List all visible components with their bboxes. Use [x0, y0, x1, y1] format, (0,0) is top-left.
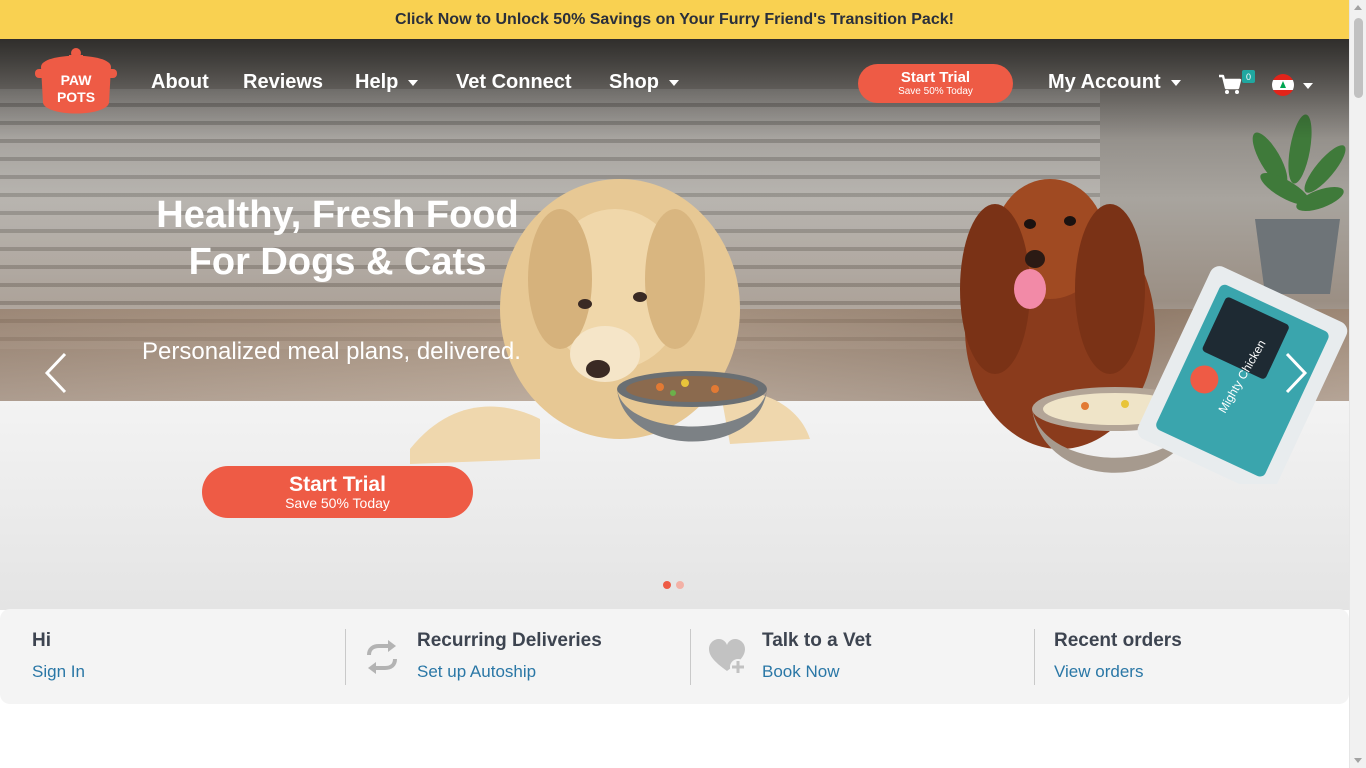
chevron-down-icon	[669, 79, 679, 86]
hero-cta-sub: Save 50% Today	[285, 494, 390, 511]
view-orders-link[interactable]: View orders	[1054, 662, 1143, 682]
nav-my-account[interactable]: My Account	[1048, 71, 1181, 94]
nav-reviews-label: Reviews	[243, 71, 324, 93]
divider	[345, 629, 346, 685]
repeat-icon	[367, 640, 397, 674]
hero-title: Healthy, Fresh Food For Dogs & Cats	[120, 192, 555, 286]
carousel-next-arrow-icon[interactable]	[1283, 352, 1309, 394]
set-up-autoship-link[interactable]: Set up Autoship	[417, 662, 536, 682]
account-info-strip: Hi Sign In Recurring Deliveries Set up A…	[0, 609, 1349, 704]
nav-cta-sub: Save 50% Today	[898, 86, 973, 98]
page-scrollbar[interactable]	[1349, 0, 1366, 768]
divider	[690, 629, 691, 685]
greeting-title: Hi	[32, 630, 51, 651]
nav-help-label: Help	[355, 71, 399, 93]
chevron-down-icon	[408, 79, 419, 86]
sign-in-link[interactable]: Sign In	[32, 662, 85, 682]
nav-about-label: About	[151, 71, 209, 93]
hero-subtitle: Personalized meal plans, delivered.	[142, 338, 521, 365]
hero-cta-label: Start Trial	[289, 472, 386, 496]
nav-shop-label: Shop	[609, 71, 659, 93]
chevron-down-icon[interactable]	[1303, 83, 1313, 89]
nav-reviews[interactable]: Reviews	[243, 71, 323, 94]
nav-vet-connect-label: Vet Connect	[456, 71, 572, 93]
scroll-down-icon[interactable]	[1354, 758, 1362, 763]
hero-title-line2: For Dogs & Cats	[188, 241, 487, 283]
food-bowl-left	[617, 371, 767, 442]
chevron-down-icon	[1170, 79, 1181, 86]
info-greeting: Hi Sign In	[32, 609, 332, 704]
logo-text-line2: POTS	[57, 89, 95, 105]
book-now-link[interactable]: Book Now	[762, 662, 839, 682]
info-recurring: Recurring Deliveries Set up Autoship	[417, 609, 677, 704]
lebanon-flag-icon[interactable]	[1272, 74, 1294, 96]
logo-text-line1: PAW	[61, 72, 93, 88]
info-vet: Talk to a Vet Book Now	[762, 609, 1022, 704]
promo-banner[interactable]: Click Now to Unlock 50% Savings on Your …	[0, 0, 1349, 39]
orders-title: Recent orders	[1054, 630, 1182, 651]
vet-title: Talk to a Vet	[762, 630, 872, 651]
cart-icon[interactable]	[1218, 74, 1242, 96]
start-trial-hero-button[interactable]: Start Trial Save 50% Today	[202, 466, 473, 518]
main-navbar: PAW POTS About Reviews Help Vet Connect …	[0, 39, 1349, 129]
nav-shop[interactable]: Shop	[609, 71, 679, 94]
nav-help[interactable]: Help	[355, 71, 419, 94]
nav-account-label: My Account	[1048, 71, 1161, 93]
carousel-prev-arrow-icon[interactable]	[43, 352, 69, 394]
nav-cta-label: Start Trial	[900, 68, 971, 86]
pawpots-logo[interactable]: PAW POTS	[35, 47, 117, 119]
carousel-dots	[663, 581, 684, 589]
promo-text[interactable]: Click Now to Unlock 50% Savings on Your …	[395, 11, 954, 29]
scrollbar-thumb[interactable]	[1354, 18, 1363, 98]
nav-vet-connect[interactable]: Vet Connect	[456, 71, 572, 94]
carousel-dot-2[interactable]	[676, 581, 684, 589]
cart-count-badge: 0	[1242, 70, 1255, 83]
heart-plus-icon	[709, 639, 746, 675]
start-trial-nav-button[interactable]: Start Trial Save 50% Today	[858, 64, 1013, 103]
recurring-title: Recurring Deliveries	[417, 630, 602, 651]
hero-title-line1: Healthy, Fresh Food	[156, 194, 519, 236]
divider	[1034, 629, 1035, 685]
nav-about[interactable]: About	[151, 71, 209, 94]
info-orders: Recent orders View orders	[1054, 609, 1314, 704]
carousel-dot-1[interactable]	[663, 581, 671, 589]
scroll-up-icon[interactable]	[1354, 5, 1362, 10]
mighty-chicken-pack-image: Mighty Chicken	[1137, 266, 1348, 484]
